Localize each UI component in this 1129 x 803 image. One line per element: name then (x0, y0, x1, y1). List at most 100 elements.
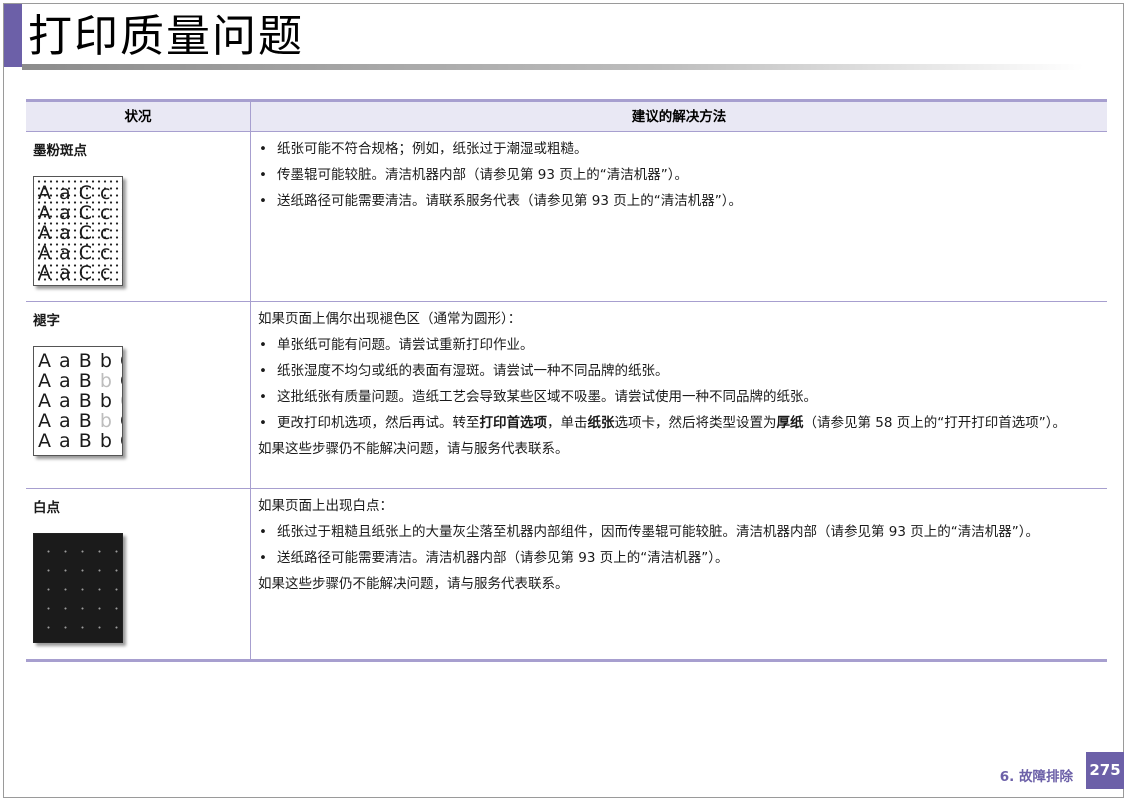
sample-glyph (72, 430, 79, 452)
sample-glyph: A (38, 430, 52, 452)
paper-tab-term: 纸张 (587, 415, 615, 431)
sample-glyph (113, 410, 120, 432)
solution-item: 送纸路径可能需要清洁。请联系服务代表（请参见第 93 页上的“清洁机器”）。 (258, 190, 1097, 212)
printing-preferences-term: 打印首选项 (479, 415, 548, 431)
sample-glyph (93, 390, 100, 412)
sample-glyph (72, 370, 79, 392)
sample-glyph: a (59, 430, 72, 452)
sample-text-line: A a C c (38, 202, 112, 224)
table-row: 墨粉斑点 A a C c A a C c A a C c A a C c A a… (26, 131, 1107, 302)
sample-glyph: b (99, 370, 113, 392)
sample-glyph: a (59, 370, 72, 392)
sample-glyph: C (120, 410, 122, 432)
sample-text-line: A a B b C (34, 351, 122, 371)
sample-glyph (52, 350, 59, 372)
page-number: 275 (1086, 752, 1124, 789)
solution-cell: 如果页面上出现白点： 纸张过于粗糙且纸张上的大量灰尘落至机器内部组件，因而传墨辊… (250, 488, 1107, 662)
troubleshooting-table: 状况 建议的解决方法 墨粉斑点 A a C c A a C c A a C c … (26, 99, 1107, 662)
issue-label: 白点 (33, 500, 60, 516)
solution-text: 更改打印机选项，然后再试。转至 (277, 415, 480, 431)
solution-list: 纸张过于粗糙且纸张上的大量灰尘落至机器内部组件，因而传墨辊可能较脏。清洁机器内部… (258, 521, 1097, 569)
sample-glyph (72, 410, 79, 432)
sample-glyph (52, 370, 59, 392)
solution-item: 纸张过于粗糙且纸张上的大量灰尘落至机器内部组件，因而传墨辊可能较脏。清洁机器内部… (258, 521, 1097, 543)
solution-text: 选项卡，然后将类型设置为 (614, 415, 777, 431)
sample-text-line: A a C c (38, 182, 112, 204)
solution-item: 这批纸张有质量问题。造纸工艺会导致某些区域不吸墨。请尝试使用一种不同品牌的纸张。 (258, 386, 1097, 408)
issue-label: 褪字 (33, 313, 60, 329)
sample-text-line: A a B b C (34, 371, 122, 391)
sample-glyph (52, 410, 59, 432)
white-spots-sample-image (33, 533, 123, 643)
sample-text-line: A a C c (38, 242, 112, 264)
solution-outro: 如果这些步骤仍不能解决问题，请与服务代表联系。 (258, 441, 569, 457)
solution-outro: 如果这些步骤仍不能解决问题，请与服务代表联系。 (258, 576, 569, 592)
sample-glyph (52, 390, 59, 412)
table-row: 褪字 A a B b C A a B b C A a B b C A a B b… (26, 301, 1107, 489)
sample-text-line: A a C c (38, 222, 112, 244)
title-underline (22, 64, 1084, 70)
solution-list: 单张纸可能有问题。请尝试重新打印作业。 纸张湿度不均匀或纸的表面有湿斑。请尝试一… (258, 334, 1097, 434)
solution-item: 送纸路径可能需要清洁。清洁机器内部（请参见第 93 页上的“清洁机器”）。 (258, 547, 1097, 569)
title-accent-bar (4, 4, 22, 67)
sample-glyph: a (59, 410, 72, 432)
sample-glyph (113, 350, 120, 372)
thick-paper-term: 厚纸 (776, 415, 804, 431)
sample-text-line: A a C c (38, 262, 112, 284)
sample-text-line: A a B b C (34, 431, 122, 451)
sample-glyph: B (78, 370, 93, 392)
solution-text: ，单击 (547, 415, 588, 431)
column-header-solution: 建议的解决方法 (250, 99, 1107, 132)
sample-glyph: A (38, 390, 52, 412)
sample-glyph (93, 430, 100, 452)
issue-cell: 褪字 A a B b C A a B b C A a B b C A a B b… (26, 301, 251, 489)
sample-glyph (72, 350, 79, 372)
sample-glyph (93, 370, 100, 392)
table-row: 白点 如果页面上出现白点： 纸张过于粗糙且纸张上的大量灰尘落至机器内部组件，因而… (26, 488, 1107, 662)
sample-glyph (113, 390, 120, 412)
sample-glyph: b (99, 390, 113, 412)
sample-text-line: A a B b C (34, 411, 122, 431)
sample-glyph (72, 390, 79, 412)
sample-glyph: B (78, 430, 93, 452)
solution-item: 单张纸可能有问题。请尝试重新打印作业。 (258, 334, 1097, 356)
sample-glyph (93, 350, 100, 372)
sample-glyph: a (59, 390, 72, 412)
solution-item: 更改打印机选项，然后再试。转至打印首选项，单击纸张选项卡，然后将类型设置为厚纸（… (258, 412, 1097, 434)
sample-glyph: C (120, 390, 122, 412)
sample-glyph: B (78, 410, 93, 432)
sample-glyph: A (38, 350, 52, 372)
sample-glyph: a (59, 350, 72, 372)
solution-cell: 如果页面上偶尔出现褪色区（通常为圆形）： 单张纸可能有问题。请尝试重新打印作业。… (250, 301, 1107, 489)
solution-item: 纸张可能不符合规格；例如，纸张过于潮湿或粗糙。 (258, 138, 1097, 160)
sample-glyph: C (120, 350, 122, 372)
footer-chapter-label: 6. 故障排除 (999, 769, 1073, 785)
sample-glyph: B (78, 350, 93, 372)
toner-specks-sample-image: A a C c A a C c A a C c A a C c A a C c (33, 176, 123, 286)
table-header-row: 状况 建议的解决方法 (26, 99, 1107, 132)
sample-glyph (113, 430, 120, 452)
sample-glyph (93, 410, 100, 432)
sample-glyph (52, 430, 59, 452)
page-title: 打印质量问题 (28, 11, 304, 62)
sample-glyph: b (99, 410, 113, 432)
sample-glyph: A (38, 410, 52, 432)
issue-label: 墨粉斑点 (33, 143, 87, 159)
solution-text: （请参见第 58 页上的“打开打印首选项”）。 (803, 415, 1067, 431)
solution-item: 传墨辊可能较脏。清洁机器内部（请参见第 93 页上的“清洁机器”）。 (258, 164, 1097, 186)
solution-cell: 纸张可能不符合规格；例如，纸张过于潮湿或粗糙。 传墨辊可能较脏。清洁机器内部（请… (250, 131, 1107, 302)
issue-cell: 墨粉斑点 A a C c A a C c A a C c A a C c A a… (26, 131, 251, 302)
sample-glyph: A (38, 370, 52, 392)
sample-glyph: b (99, 350, 113, 372)
column-header-issue: 状况 (26, 99, 251, 132)
issue-cell: 白点 (26, 488, 251, 662)
sample-glyph: C (120, 370, 122, 392)
sample-glyph: b (99, 430, 113, 452)
sample-glyph: B (78, 390, 93, 412)
solution-intro: 如果页面上出现白点： (258, 498, 393, 514)
sample-glyph: C (120, 430, 122, 452)
solution-item: 纸张湿度不均匀或纸的表面有湿斑。请尝试一种不同品牌的纸张。 (258, 360, 1097, 382)
solution-list: 纸张可能不符合规格；例如，纸张过于潮湿或粗糙。 传墨辊可能较脏。清洁机器内部（请… (258, 138, 1097, 212)
sample-glyph (113, 370, 120, 392)
faded-print-sample-image: A a B b C A a B b C A a B b C A a B b C … (33, 346, 123, 456)
